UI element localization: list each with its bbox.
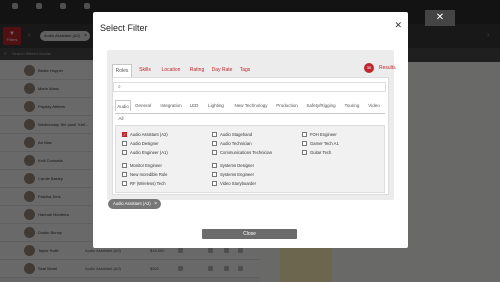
role-option-label: Communications Technician xyxy=(220,150,273,155)
checkbox[interactable] xyxy=(212,150,217,155)
tab-tags[interactable]: Tags xyxy=(236,64,254,77)
role-option-label: Audio Designer xyxy=(130,141,159,146)
subtab-audio[interactable]: Audio xyxy=(115,100,131,111)
tab-day-rate[interactable]: Day Rate xyxy=(210,64,234,77)
checkbox[interactable] xyxy=(212,132,217,137)
role-search-input[interactable]: ⌕ xyxy=(113,82,386,92)
tab-skills[interactable]: Skills xyxy=(134,64,156,77)
subtab-production[interactable]: Production xyxy=(273,100,301,111)
close-button[interactable]: Close xyxy=(202,229,297,239)
filter-panel: Roles Skills Location Rating Day Rate Ta… xyxy=(107,50,396,200)
tab-location[interactable]: Location xyxy=(158,64,184,77)
role-option-label: Audio Engineer (A1) xyxy=(130,150,168,155)
close-icon[interactable]: ✕ xyxy=(394,20,402,31)
role-option-label: RF (Wireless) Tech xyxy=(130,181,166,186)
subtab-new-technology[interactable]: New Technology xyxy=(231,100,271,111)
subtab-all[interactable]: All xyxy=(115,113,127,124)
tab-rating[interactable]: Rating xyxy=(186,64,208,77)
modal-title: Select Filter xyxy=(100,23,148,33)
checkbox[interactable] xyxy=(212,172,217,177)
select-filter-modal: Select Filter ✕ Roles Skills Location Ra… xyxy=(93,12,408,248)
checkbox[interactable] xyxy=(302,150,307,155)
checkbox[interactable] xyxy=(212,163,217,168)
checkbox[interactable] xyxy=(212,181,217,186)
checkbox[interactable] xyxy=(122,150,127,155)
checkbox[interactable] xyxy=(212,141,217,146)
role-option-label: Audio Technician xyxy=(220,141,252,146)
role-option-label: Systems Designer xyxy=(220,163,254,168)
results-count-badge: 35 xyxy=(364,63,374,73)
checkbox[interactable] xyxy=(122,132,127,138)
selected-filter-chip-label: Audio Assistant (A2) xyxy=(113,201,151,206)
role-option-label: New Incredible Role xyxy=(130,172,168,177)
selected-filter-chip[interactable]: Audio Assistant (A2) × xyxy=(108,199,161,209)
subtab-safety-rigging[interactable]: Safety/Rigging xyxy=(303,100,339,111)
role-option-label: Monitor Engineer xyxy=(130,163,162,168)
role-option-label: Video Storyboarder xyxy=(220,181,257,186)
search-icon: ⌕ xyxy=(118,84,121,90)
subtabs-divider xyxy=(115,113,385,114)
role-category-tabs: Audio General Integration LED Lighting N… xyxy=(115,100,385,128)
role-option-label: Gamer Tech A1 xyxy=(310,141,339,146)
checkbox[interactable] xyxy=(122,172,127,177)
checkbox[interactable] xyxy=(122,163,127,168)
role-option-label: FOH Engineer xyxy=(310,132,337,137)
tab-roles[interactable]: Roles xyxy=(112,64,132,77)
close-icon[interactable]: ✕ xyxy=(425,10,455,26)
subtab-touring[interactable]: Touring xyxy=(341,100,363,111)
checkbox[interactable] xyxy=(122,181,127,186)
role-option-label: Guitar Tech xyxy=(310,150,332,155)
subtab-integration[interactable]: Integration xyxy=(157,100,185,111)
subtab-video[interactable]: Video xyxy=(365,100,383,111)
role-options: Audio Assistant (A2) Audio Designer Audi… xyxy=(115,125,385,193)
subtab-led[interactable]: LED xyxy=(187,100,201,111)
role-option-label: Systems Engineer xyxy=(220,172,254,177)
checkbox[interactable] xyxy=(122,141,127,146)
roles-tab-content: ⌕ Audio General Integration LED Lighting… xyxy=(112,77,389,195)
checkbox[interactable] xyxy=(302,141,307,146)
close-icon[interactable]: × xyxy=(154,199,157,209)
subtab-general[interactable]: General xyxy=(132,100,154,111)
role-option-label: Audio Assistant (A2) xyxy=(130,132,168,137)
checkbox[interactable] xyxy=(302,132,307,137)
role-option-label: Audio Stagehand xyxy=(220,132,253,137)
results-label: Results xyxy=(379,65,396,71)
subtab-lighting[interactable]: Lighting xyxy=(204,100,228,111)
